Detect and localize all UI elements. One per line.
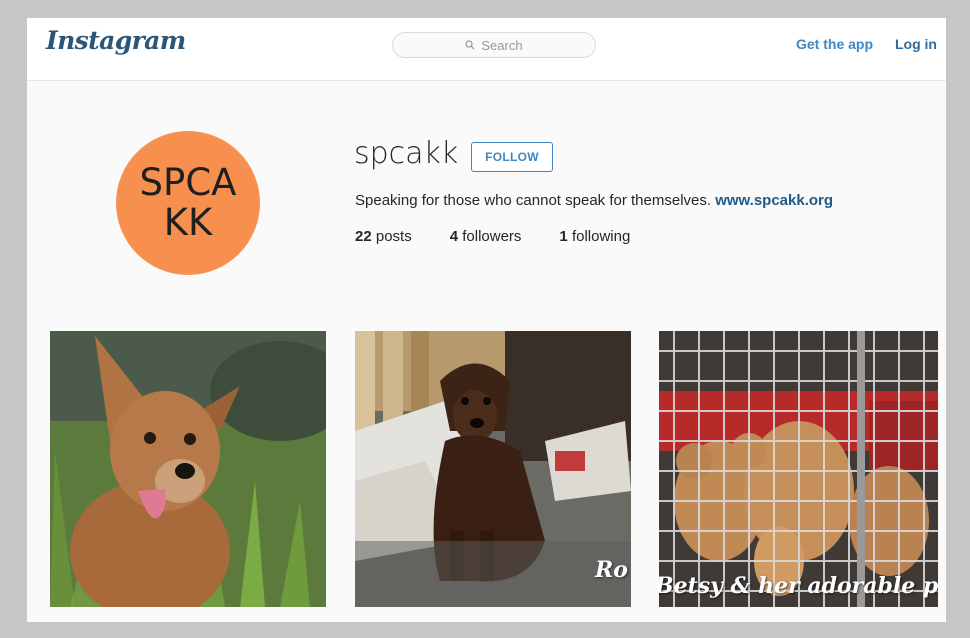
post-thumbnail[interactable] (50, 331, 326, 607)
profile-bio: Speaking for those who cannot speak for … (355, 192, 833, 209)
avatar-text-line2: KK (163, 201, 213, 244)
search-icon (465, 40, 475, 50)
followers-count: 4 (449, 228, 459, 245)
bio-website-link[interactable]: www.spcakk.org (715, 192, 833, 209)
post-thumbnail[interactable]: Ro (355, 331, 631, 607)
log-in-link[interactable]: Log in (895, 36, 937, 52)
caged-dogs-photo (659, 331, 938, 607)
followers-label: followers (462, 228, 522, 245)
posts-stat: 22 posts (355, 228, 412, 245)
following-label: following (571, 228, 631, 245)
avatar-text-line1: SPCA (139, 161, 237, 204)
search-placeholder: Search (481, 37, 523, 53)
following-stat[interactable]: 1 following (559, 228, 630, 245)
post-caption-overlay: Ro (595, 557, 628, 583)
page-frame: Instagram Search Get the app Log in SPCA… (27, 18, 946, 622)
following-count: 1 (559, 228, 568, 245)
instagram-logo[interactable]: Instagram (46, 26, 186, 55)
get-the-app-link[interactable]: Get the app (796, 36, 873, 52)
follow-button[interactable]: FOLLOW (471, 142, 553, 172)
posts-label: posts (375, 228, 412, 245)
dog-on-newspapers-photo (355, 331, 631, 607)
puppy-photo (50, 331, 326, 607)
post-thumbnail[interactable]: Betsy & her adorable pupp (659, 331, 938, 607)
top-navbar: Instagram Search Get the app Log in (27, 18, 946, 81)
profile-username: spcakk (354, 136, 459, 171)
post-caption-overlay: Betsy & her adorable pupp (659, 573, 938, 599)
posts-count: 22 (355, 228, 372, 245)
followers-stat[interactable]: 4 followers (450, 228, 522, 245)
profile-stats: 22 posts 4 followers 1 following (355, 228, 668, 245)
profile-avatar: SPCA KK (116, 131, 260, 275)
bio-text: Speaking for those who cannot speak for … (355, 192, 716, 209)
search-box[interactable]: Search (392, 32, 596, 58)
